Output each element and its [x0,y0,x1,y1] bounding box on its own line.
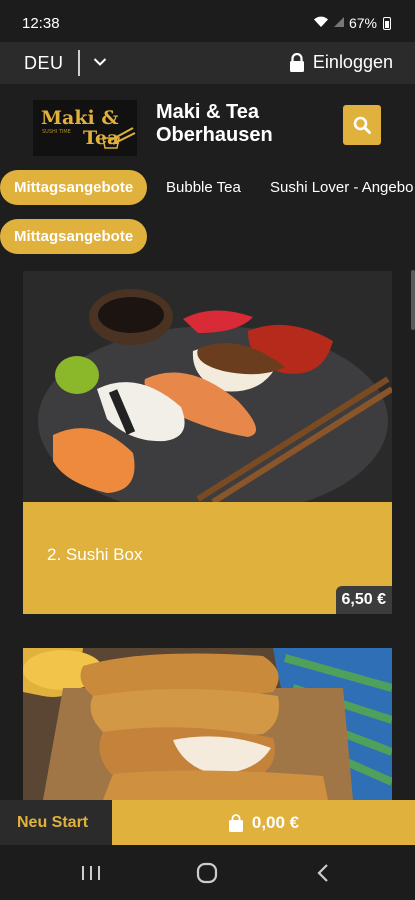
tab-sushi-lover[interactable]: Sushi Lover - Angebo [270,170,413,205]
product-image-chicken [23,648,392,800]
login-button[interactable]: Einloggen [288,52,393,73]
search-button[interactable] [343,105,381,145]
language-selector[interactable]: DEU [24,53,64,74]
search-icon [353,116,371,134]
back-icon[interactable] [309,859,337,887]
wifi-icon [313,16,329,31]
status-time: 12:38 [22,15,60,32]
signal-icon [333,16,345,31]
cart-button[interactable]: 0,00 € [112,800,415,845]
battery-percent: 67% [348,15,377,31]
status-bar: 12:38 67% [0,0,415,42]
battery-icon [383,16,391,30]
lock-icon [289,53,304,72]
product-image-sushi [23,271,392,502]
shop-logo[interactable]: Maki & Tea SUSHI TIME [33,100,137,156]
divider [78,50,80,76]
tab-mittagsangebote[interactable]: Mittagsangebote [0,170,148,205]
category-tabs: Mittagsangebote Bubble Tea Sushi Lover -… [0,168,415,208]
product-card[interactable]: 2. Sushi Box 6,50 € [23,271,392,614]
top-bar: DEU Einloggen [0,42,415,84]
product-card[interactable] [23,648,392,800]
shopping-bag-icon [228,813,243,832]
chevron-down-icon[interactable] [93,57,107,67]
scrollbar[interactable] [411,270,415,330]
new-start-button[interactable]: Neu Start [0,800,112,845]
system-nav-bar [0,845,415,900]
subcategory-mittagsangebote[interactable]: Mittagsangebote [0,219,148,254]
svg-text:SUSHI TIME: SUSHI TIME [42,129,71,135]
login-label: Einloggen [312,52,393,72]
product-price: 6,50 € [335,586,392,614]
product-title: 2. Sushi Box [47,545,143,564]
tab-bubble-tea[interactable]: Bubble Tea [166,170,241,205]
shop-name: Maki & Tea Oberhausen [156,101,326,147]
shop-header: Maki & Tea SUSHI TIME Maki & Tea Oberhau… [0,84,415,166]
recent-apps-icon[interactable] [77,859,105,887]
svg-text:Maki &: Maki & [41,107,119,129]
cart-total: 0,00 € [251,812,300,832]
shop-name-line2: Oberhausen [156,124,273,146]
shop-name-line1: Maki & Tea [156,101,259,123]
bottom-action-bar: Neu Start 0,00 € [0,800,415,845]
status-icons: 67% [313,15,391,31]
home-icon[interactable] [193,859,221,887]
